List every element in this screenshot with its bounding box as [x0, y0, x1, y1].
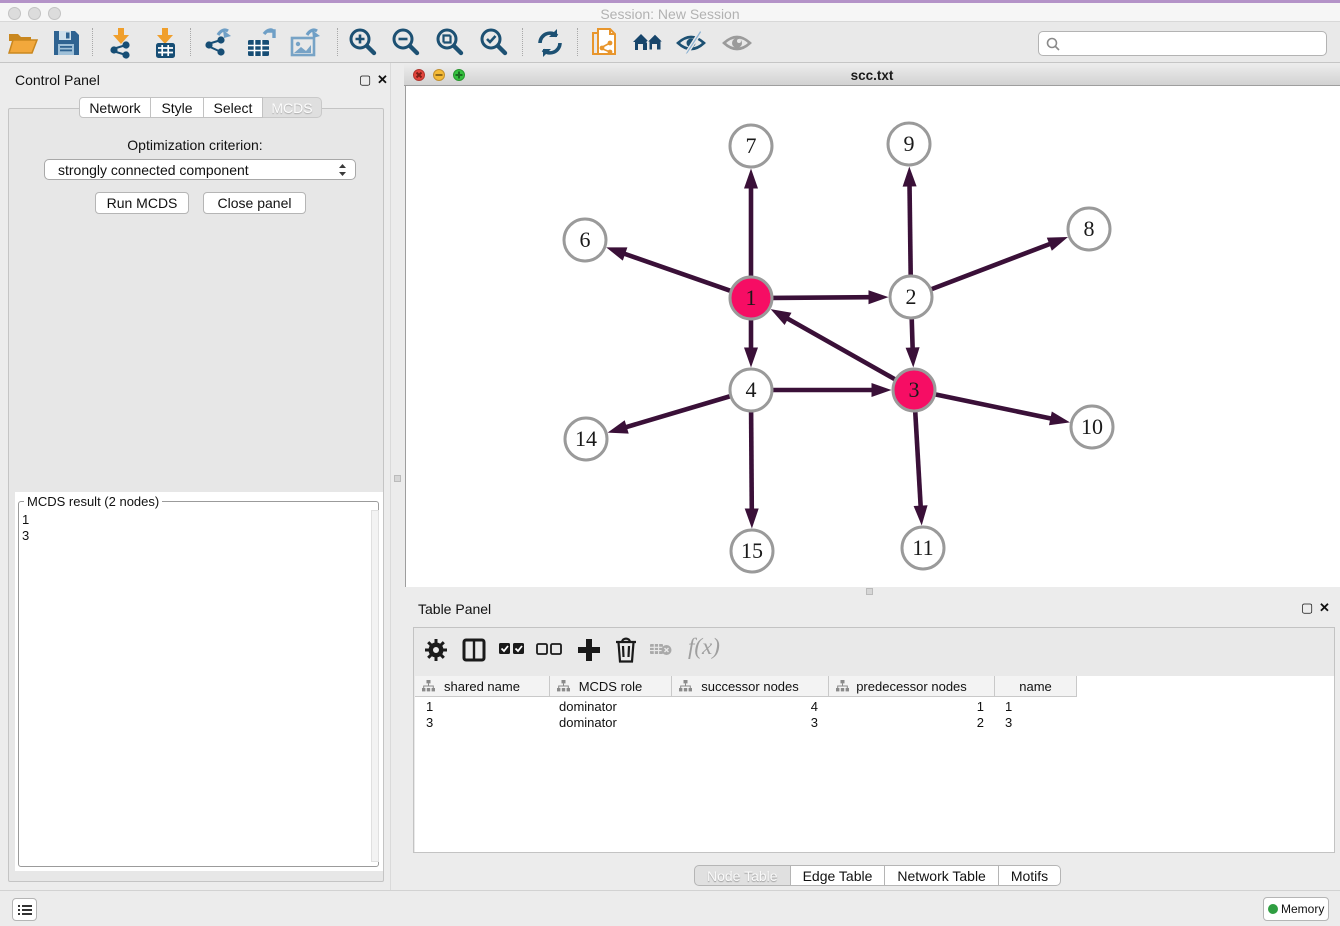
svg-text:11: 11 [912, 535, 933, 560]
svg-text:8: 8 [1084, 216, 1095, 241]
svg-text:2: 2 [906, 284, 917, 309]
svg-text:7: 7 [746, 133, 757, 158]
svg-text:6: 6 [580, 227, 591, 252]
svg-text:4: 4 [746, 377, 757, 402]
svg-text:3: 3 [909, 377, 920, 402]
svg-text:15: 15 [741, 538, 763, 563]
svg-text:10: 10 [1081, 414, 1103, 439]
svg-text:9: 9 [904, 131, 915, 156]
svg-text:14: 14 [575, 426, 597, 451]
svg-text:1: 1 [746, 285, 757, 310]
